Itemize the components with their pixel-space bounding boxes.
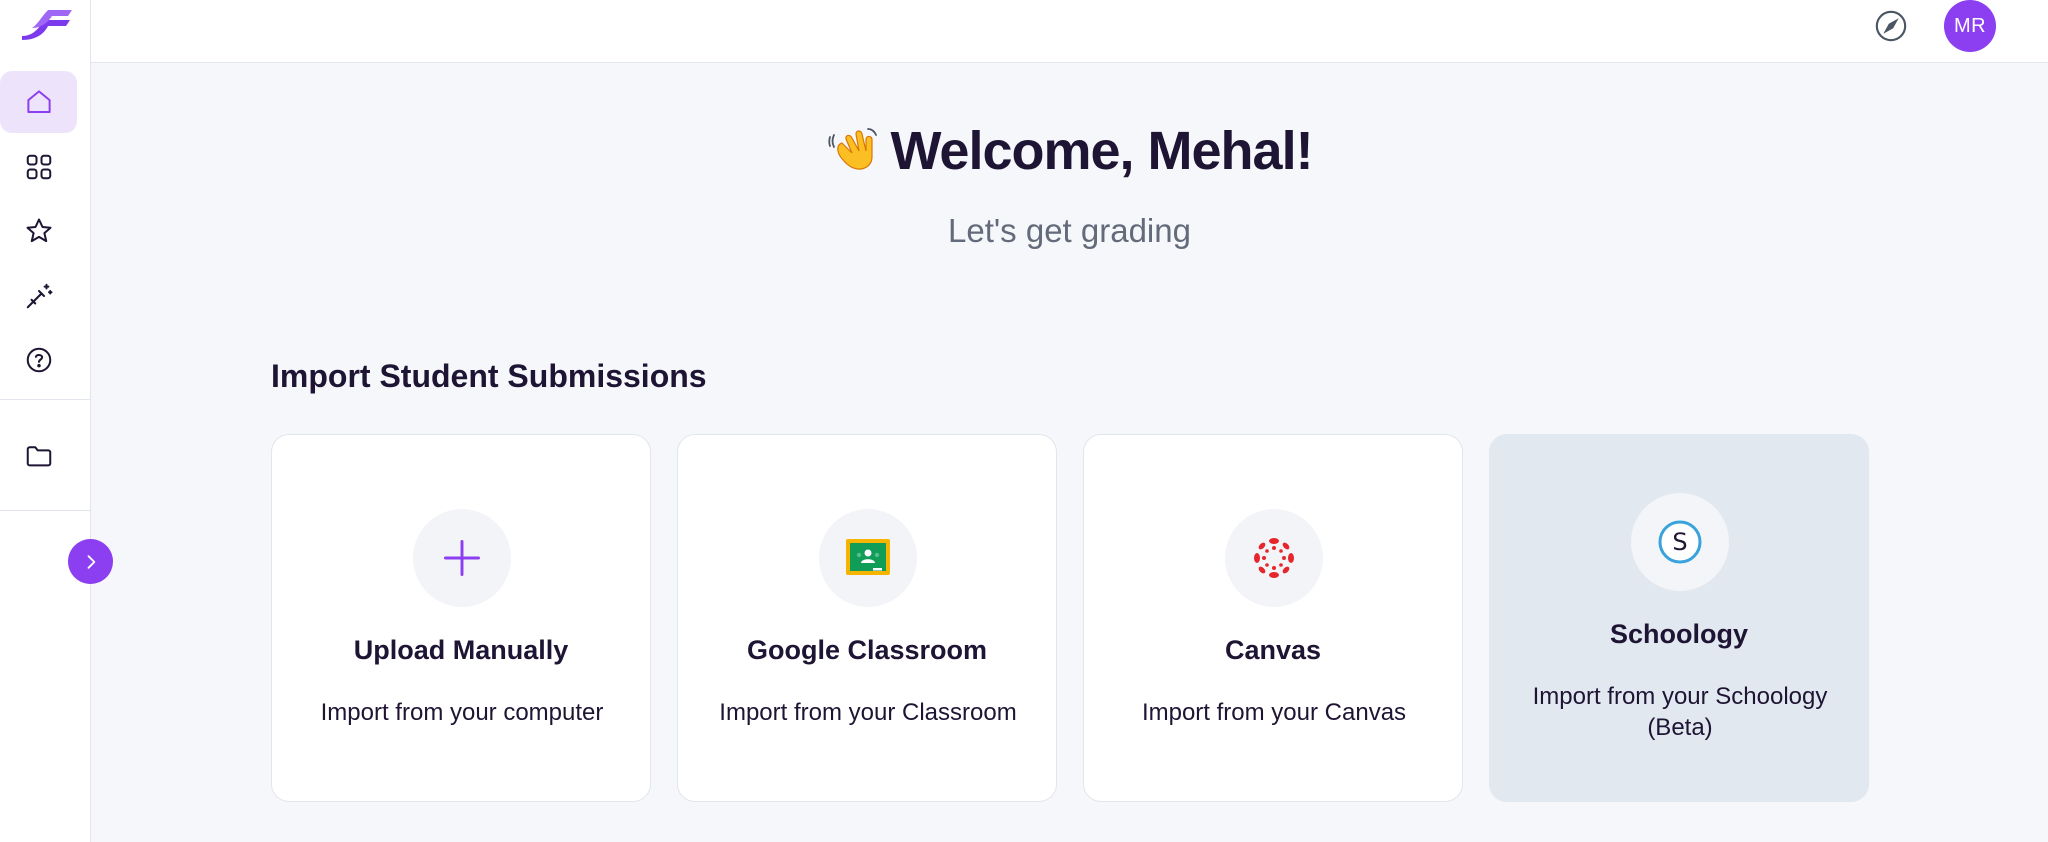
welcome-text: Welcome, Mehal! <box>890 121 1313 181</box>
folder-icon <box>26 446 51 467</box>
sidebar-item-help[interactable] <box>0 329 77 391</box>
sidebar-item-home[interactable] <box>0 71 77 133</box>
sidebar-item-apps[interactable] <box>0 136 77 198</box>
plus-icon <box>444 540 480 576</box>
icon-circle <box>413 509 511 607</box>
chevron-right-icon <box>87 554 95 569</box>
sidebar-divider <box>0 399 91 400</box>
welcome-heading: Welcome, Mehal! <box>91 120 2048 182</box>
grid-icon <box>26 154 51 180</box>
compass-icon[interactable] <box>1874 9 1908 43</box>
magic-wand-icon <box>26 283 52 309</box>
card-description: Import from your Classroom <box>719 699 1017 726</box>
canvas-card[interactable]: Canvas Import from your Canvas <box>1083 434 1463 802</box>
sidebar-item-folders[interactable] <box>0 425 77 487</box>
section-title: Import Student Submissions <box>271 358 707 394</box>
waving-hand-icon <box>828 128 878 170</box>
card-description: Import from your Schoology (Beta) <box>1532 683 1828 741</box>
sidebar-divider <box>0 510 91 511</box>
subtitle: Let's get grading <box>948 212 1191 249</box>
sidebar <box>0 0 91 842</box>
logo-icon[interactable] <box>18 6 74 42</box>
card-title: Canvas <box>1224 635 1322 665</box>
expand-sidebar-button[interactable] <box>68 539 113 584</box>
schoology-card[interactable]: S Schoology Import from your Schoology (… <box>1489 434 1869 802</box>
canvas-icon <box>1254 538 1294 578</box>
card-description: Import from your computer <box>320 699 604 726</box>
user-avatar[interactable]: MR <box>1944 0 1996 52</box>
top-bar: MR <box>91 0 2048 63</box>
help-circle-icon <box>26 347 51 373</box>
card-description: Import from your Canvas <box>1141 699 1407 726</box>
avatar-initials: MR <box>1953 14 1987 37</box>
upload-manually-card[interactable]: Upload Manually Import from your compute… <box>271 434 651 802</box>
card-title: Google Classroom <box>746 635 988 665</box>
google-classroom-card[interactable]: Google Classroom Import from your Classr… <box>677 434 1057 802</box>
home-icon <box>26 90 51 113</box>
svg-text:S: S <box>1672 528 1687 556</box>
schoology-icon: S <box>1658 520 1702 564</box>
sidebar-item-magic[interactable] <box>0 265 77 327</box>
card-title: Upload Manually <box>353 635 569 665</box>
icon-circle: S <box>1631 493 1729 591</box>
card-title: Schoology <box>1609 619 1748 649</box>
icon-circle <box>1225 509 1323 607</box>
icon-circle <box>819 509 917 607</box>
google-classroom-icon <box>846 539 890 575</box>
app: MR Welcome, Mehal! Let's get grading Imp… <box>0 0 2048 842</box>
sidebar-item-favorites[interactable] <box>0 200 77 262</box>
star-icon <box>26 218 51 243</box>
